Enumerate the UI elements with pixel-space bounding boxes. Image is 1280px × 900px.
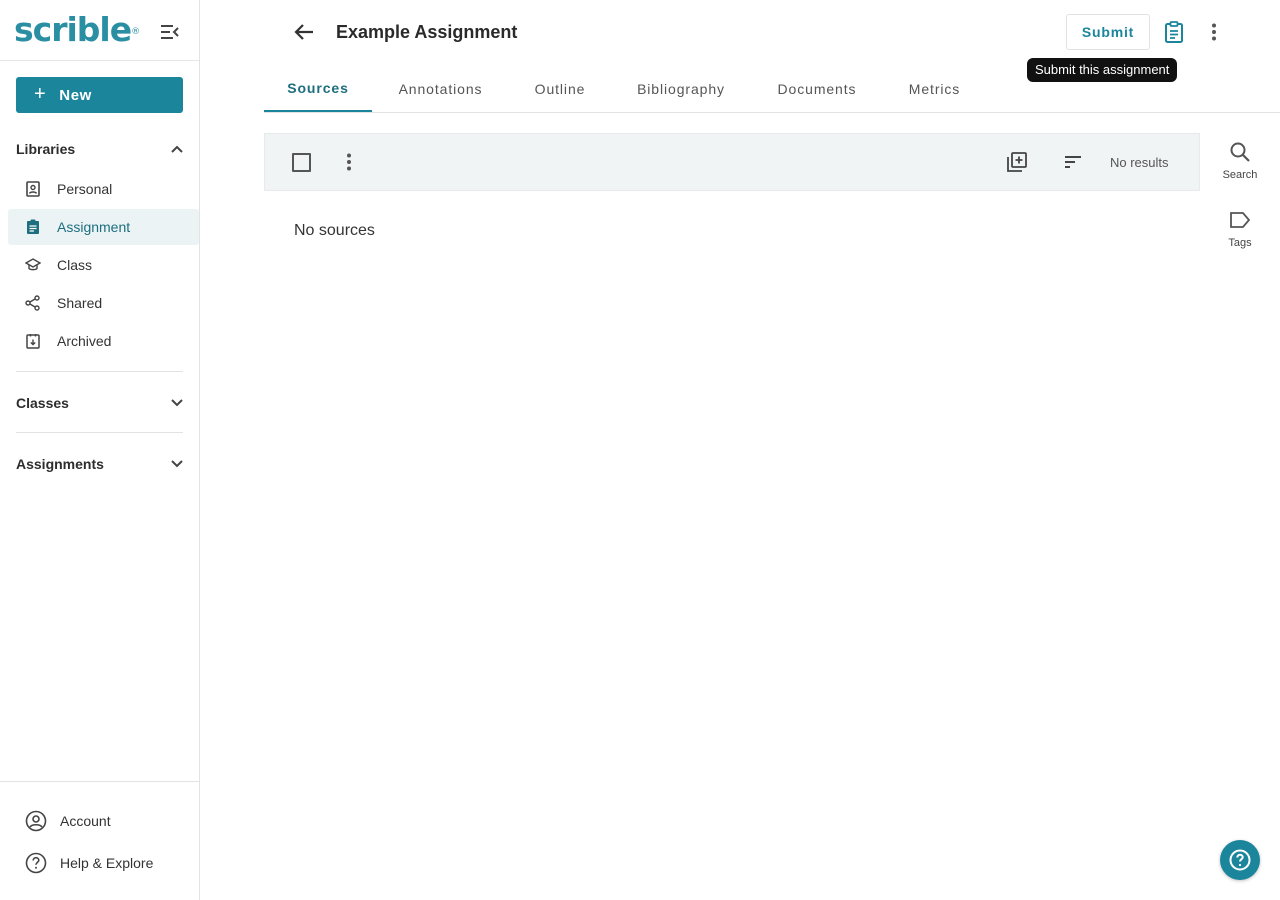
help-explore-link[interactable]: Help & Explore — [24, 851, 153, 875]
account-link[interactable]: Account — [24, 809, 111, 833]
sidebar-item-label: Shared — [57, 295, 103, 311]
sidebar-item-label: Archived — [57, 333, 112, 349]
tab-documents[interactable]: Documents — [751, 66, 883, 112]
rail-tags-label: Tags — [1228, 237, 1252, 249]
graduation-cap-icon — [25, 257, 41, 273]
assignments-label: Assignments — [16, 456, 104, 472]
scrible-logo[interactable]: scrible® — [14, 10, 140, 49]
divider — [16, 371, 183, 372]
sidebar: scrible® + New Libraries Personal Assign… — [0, 0, 200, 900]
help-fab-button[interactable] — [1220, 840, 1260, 880]
classes-header[interactable]: Classes — [16, 393, 183, 413]
submit-button[interactable]: Submit — [1066, 14, 1150, 50]
tab-sources[interactable]: Sources — [264, 66, 372, 112]
sidebar-footer: Account Help & Explore — [0, 781, 199, 900]
back-arrow-icon[interactable] — [290, 18, 318, 46]
tab-bibliography[interactable]: Bibliography — [611, 66, 751, 112]
libraries-label: Libraries — [16, 141, 76, 157]
classes-label: Classes — [16, 395, 69, 411]
account-label: Account — [60, 813, 111, 829]
sort-icon[interactable] — [1061, 150, 1085, 174]
empty-state-message: No sources — [294, 222, 375, 239]
help-circle-icon — [1229, 849, 1251, 871]
page-title: Example Assignment — [336, 22, 518, 42]
sources-toolbar: No results — [264, 133, 1200, 191]
help-circle-icon — [24, 851, 48, 875]
sidebar-item-assignment[interactable]: Assignment — [8, 209, 199, 245]
sidebar-item-personal[interactable]: Personal — [8, 171, 199, 207]
rail-tags-button[interactable]: Tags — [1210, 208, 1270, 249]
assignment-icon — [25, 219, 41, 235]
contact-book-icon — [25, 181, 41, 197]
search-icon — [1228, 140, 1252, 164]
archive-icon — [25, 333, 41, 349]
assignments-header[interactable]: Assignments — [16, 454, 183, 474]
sidebar-item-shared[interactable]: Shared — [8, 285, 199, 321]
collapse-sidebar-icon[interactable] — [158, 20, 182, 44]
account-circle-icon — [24, 809, 48, 833]
share-icon — [25, 295, 41, 311]
new-button[interactable]: + New — [16, 77, 183, 113]
add-to-library-icon[interactable] — [1005, 150, 1029, 174]
chevron-up-icon — [171, 145, 183, 153]
tab-bar: Sources Annotations Outline Bibliography… — [264, 66, 1280, 113]
select-all-checkbox[interactable] — [292, 153, 311, 172]
divider — [16, 432, 183, 433]
logo-row: scrible® — [0, 0, 199, 61]
sidebar-item-label: Class — [57, 257, 93, 273]
tab-annotations[interactable]: Annotations — [372, 66, 509, 112]
sidebar-item-label: Assignment — [57, 219, 131, 235]
tag-icon — [1228, 208, 1252, 232]
logo-text: scrible — [14, 10, 132, 49]
libraries-header[interactable]: Libraries — [16, 139, 183, 159]
rail-search-label: Search — [1222, 169, 1258, 181]
logo-registered-mark: ® — [131, 27, 140, 37]
new-button-label: New — [59, 86, 92, 104]
tab-outline[interactable]: Outline — [509, 66, 611, 112]
tab-metrics[interactable]: Metrics — [883, 66, 986, 112]
plus-icon: + — [34, 83, 47, 105]
chevron-down-icon — [171, 399, 183, 407]
more-vertical-icon[interactable] — [1200, 18, 1228, 46]
chevron-down-icon — [171, 460, 183, 468]
results-count: No results — [1110, 155, 1169, 170]
sidebar-item-archived[interactable]: Archived — [8, 323, 199, 359]
help-explore-label: Help & Explore — [60, 855, 154, 871]
clipboard-icon[interactable] — [1160, 18, 1188, 46]
sidebar-item-class[interactable]: Class — [8, 247, 199, 283]
more-vertical-icon[interactable] — [337, 150, 361, 174]
rail-search-button[interactable]: Search — [1210, 140, 1270, 181]
sidebar-item-label: Personal — [57, 181, 113, 197]
